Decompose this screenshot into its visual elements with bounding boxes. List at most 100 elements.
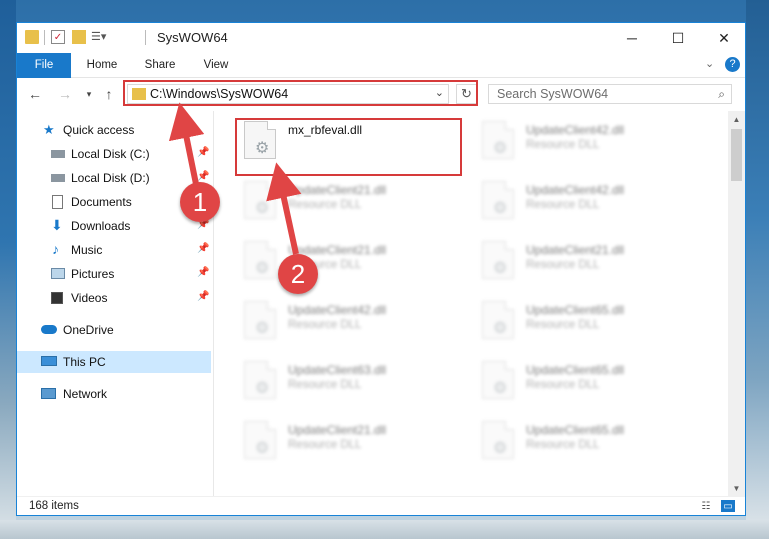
details-view-icon[interactable]: ☷ <box>699 500 713 512</box>
help-icon[interactable]: ? <box>725 57 740 72</box>
tab-home[interactable]: Home <box>79 53 125 77</box>
sidebar-item-music[interactable]: ♪ Music 📌 <box>17 239 211 261</box>
file-item[interactable]: ⚙ UpdateClient65.dll Resource DLL <box>476 355 704 407</box>
file-item[interactable]: ⚙ UpdateClient21.dll Resource DLL <box>476 235 704 287</box>
pin-icon: 📌 <box>197 147 210 158</box>
sidebar-item-videos[interactable]: Videos 📌 <box>17 287 211 309</box>
file-type: Resource DLL <box>526 319 600 331</box>
desktop-background-right <box>746 0 769 539</box>
address-bar-highlight <box>123 80 478 106</box>
scrollbar-thumb[interactable] <box>731 129 742 181</box>
sidebar-item-quick-access[interactable]: ★ Quick access <box>17 119 211 141</box>
sidebar-item-label: Videos <box>71 291 108 305</box>
search-box[interactable]: Search SysWOW64 ⌕ <box>488 84 732 104</box>
folder-icon <box>25 30 39 44</box>
gear-icon: ⚙ <box>255 440 270 457</box>
sidebar-item-local-disk-d[interactable]: Local Disk (D:) 📌 <box>17 167 211 189</box>
status-bar: 168 items ☷ ▭ <box>17 496 745 515</box>
gear-icon: ⚙ <box>493 260 508 277</box>
search-icon: ⌕ <box>718 87 725 101</box>
sidebar-item-label: Pictures <box>71 267 115 281</box>
file-item[interactable]: ⚙ UpdateClient21.dll Resource DLL <box>238 235 466 287</box>
file-type: Resource DLL <box>526 139 600 151</box>
gear-icon: ⚙ <box>493 320 508 337</box>
tab-share[interactable]: Share <box>137 53 183 77</box>
file-name: UpdateClient65.dll <box>526 303 625 317</box>
sidebar-item-label: Music <box>71 243 103 257</box>
forward-button[interactable]: → <box>55 84 75 104</box>
sidebar-item-label: Quick access <box>63 123 135 137</box>
sidebar-item-onedrive[interactable]: OneDrive <box>17 319 211 341</box>
dll-file-icon: ⚙ <box>482 181 514 219</box>
desktop-background-bottom <box>0 520 769 539</box>
file-name: UpdateClient21.dll <box>288 183 387 197</box>
file-item[interactable]: ⚙ UpdateClient65.dll Resource DLL <box>476 415 704 467</box>
sidebar-item-local-disk-c[interactable]: Local Disk (C:) 📌 <box>17 143 211 165</box>
dll-file-icon: ⚙ <box>482 421 514 459</box>
dll-file-icon: ⚙ <box>482 301 514 339</box>
dll-file-icon: ⚙ <box>482 121 514 159</box>
recent-locations-icon[interactable]: ▾ <box>79 84 99 104</box>
customize-quick-access-icon[interactable]: ☰▾ <box>91 30 106 44</box>
file-name: UpdateClient42.dll <box>288 303 387 317</box>
gear-icon: ⚙ <box>493 440 508 457</box>
file-type: Resource DLL <box>288 439 362 451</box>
dll-file-icon: ⚙ <box>482 361 514 399</box>
sidebar-item-downloads[interactable]: ⬇ Downloads 📌 <box>17 215 211 237</box>
music-icon: ♪ <box>52 241 59 257</box>
file-type: Resource DLL <box>288 379 362 391</box>
file-item[interactable]: ⚙ UpdateClient42.dll Resource DLL <box>238 295 466 347</box>
desktop-background-left <box>0 0 16 539</box>
title-bar: ✓ ☰▾ SysWOW64 ─ ☐ ✕ <box>17 23 745 53</box>
expand-ribbon-icon[interactable]: ⌄ <box>705 57 714 70</box>
sidebar-item-pictures[interactable]: Pictures 📌 <box>17 263 211 285</box>
separator <box>44 30 45 45</box>
sidebar-item-this-pc[interactable]: This PC <box>17 351 211 373</box>
sidebar-item-label: Local Disk (C:) <box>71 147 150 161</box>
file-type: Resource DLL <box>526 199 600 211</box>
large-icons-view-icon[interactable]: ▭ <box>721 500 735 512</box>
tab-view[interactable]: View <box>193 53 239 77</box>
scroll-down-icon[interactable]: ▼ <box>728 480 745 496</box>
new-folder-icon[interactable] <box>72 30 86 44</box>
pin-icon: 📌 <box>197 291 210 302</box>
callout-1: 1 <box>180 182 220 222</box>
vertical-scrollbar[interactable]: ▲ ▼ <box>728 111 745 496</box>
file-type: Resource DLL <box>526 379 600 391</box>
file-name: UpdateClient63.dll <box>288 363 387 377</box>
gear-icon: ⚙ <box>493 380 508 397</box>
properties-icon[interactable]: ✓ <box>51 30 65 44</box>
file-item[interactable]: ⚙ UpdateClient42.dll Resource DLL <box>476 115 704 167</box>
up-button[interactable]: ↑ <box>99 84 119 104</box>
file-item[interactable]: ⚙ UpdateClient21.dll Resource DLL <box>238 415 466 467</box>
separator <box>145 30 146 45</box>
downloads-icon: ⬇ <box>51 217 63 233</box>
back-button[interactable]: ← <box>25 84 45 104</box>
file-name: UpdateClient65.dll <box>526 423 625 437</box>
documents-icon <box>52 195 63 209</box>
file-name: UpdateClient21.dll <box>288 423 387 437</box>
file-highlight <box>235 118 462 176</box>
maximize-button[interactable]: ☐ <box>655 23 701 53</box>
sidebar-item-label: Documents <box>71 195 132 209</box>
gear-icon: ⚙ <box>493 140 508 157</box>
file-item[interactable]: ⚙ UpdateClient65.dll Resource DLL <box>476 295 704 347</box>
scroll-up-icon[interactable]: ▲ <box>728 111 745 127</box>
callout-2: 2 <box>278 254 318 294</box>
network-icon <box>41 388 56 399</box>
gear-icon: ⚙ <box>255 380 270 397</box>
file-item[interactable]: ⚙ UpdateClient42.dll Resource DLL <box>476 175 704 227</box>
minimize-button[interactable]: ─ <box>609 23 655 53</box>
sidebar-item-network[interactable]: Network <box>17 383 211 405</box>
file-type: Resource DLL <box>526 439 600 451</box>
file-item[interactable]: ⚙ UpdateClient21.dll Resource DLL <box>238 175 466 227</box>
close-button[interactable]: ✕ <box>701 23 745 53</box>
dll-file-icon: ⚙ <box>244 181 276 219</box>
dll-file-icon: ⚙ <box>244 241 276 279</box>
sidebar-item-label: OneDrive <box>63 323 114 337</box>
file-item[interactable]: ⚙ UpdateClient63.dll Resource DLL <box>238 355 466 407</box>
window-title: SysWOW64 <box>157 30 228 45</box>
star-icon: ★ <box>43 122 55 137</box>
onedrive-icon <box>41 325 57 334</box>
gear-icon: ⚙ <box>255 200 270 217</box>
